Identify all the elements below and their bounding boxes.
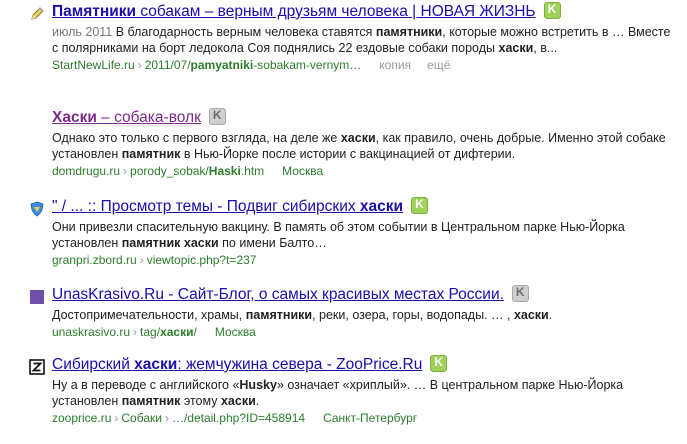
url-text: viewtopic.php?t=237	[146, 253, 257, 267]
url-text: ›	[123, 164, 128, 178]
snippet-text: хаски	[513, 308, 549, 322]
result-snippet: Достопримечательности, храмы, памятники,…	[52, 307, 672, 323]
result-title-link[interactable]: Хаски – собака-волк	[52, 109, 201, 126]
snippet-text: июль 2011	[52, 25, 113, 39]
url-text: domdrugu.ru	[52, 164, 121, 178]
shield-icon	[29, 201, 45, 217]
result-snippet: Они привезли спасительную вакцину. В пам…	[52, 219, 672, 251]
result-title-link[interactable]: Сибирский хаски: жемчужина севера - ZooP…	[52, 356, 422, 373]
url-text: ›	[114, 411, 119, 425]
title-text: Памятники	[52, 3, 137, 20]
bookmark-icon[interactable]	[411, 196, 429, 214]
snippet-text: Достопримечательности, храмы,	[52, 308, 246, 322]
snippet-text: памятники	[245, 308, 313, 322]
snippet-text: , реки, озера, горы, водопады. … ,	[312, 308, 514, 322]
snippet-text: памятник	[121, 394, 181, 408]
snippet-text: Husky	[239, 378, 277, 392]
snippet-text: хаски	[220, 394, 256, 408]
result-url[interactable]: granpri.zbord.ru › viewtopic.php?t=237	[52, 252, 682, 268]
result-title-link[interactable]: " / ... :: Просмотр темы - Подвиг сибирс…	[52, 198, 403, 215]
result-snippet: Однако это только с первого взгляда, на …	[52, 130, 672, 162]
pencil-icon	[29, 6, 45, 22]
result-url[interactable]: StartNewLife.ru › 2011/07/pamyatniki-sobak…	[52, 57, 682, 73]
search-result: UnasKrasivo.Ru - Сайт-Блог, о самых крас…	[30, 284, 682, 340]
url-text: …/detail.php?ID=458914	[171, 411, 306, 425]
purple-square-icon	[29, 289, 45, 305]
title-text: " / ... :: Просмотр темы - Подвиг сибирс…	[52, 198, 360, 215]
result-url[interactable]: domdrugu.ru › porody_sobak/Haski.htm Москва	[52, 163, 682, 179]
snippet-text: хаски	[183, 236, 219, 250]
result-title-link[interactable]: Памятники собакам – верным друзьям челов…	[52, 3, 536, 20]
snippet-text: Ну а в переводе с английского «	[52, 378, 240, 392]
bookmark-icon[interactable]	[208, 107, 226, 125]
url-text: Haski	[208, 164, 241, 178]
title-text: UnasKrasivo.Ru - Сайт-Блог, о самых крас…	[52, 286, 504, 303]
title-text: хаски	[134, 356, 178, 373]
url-text: -sobakam-vernym…	[253, 58, 362, 72]
result-snippet: Ну а в переводе с английского «Husky» оз…	[52, 377, 672, 409]
snippet-text: памятники	[375, 25, 443, 39]
snippet-text: .	[255, 394, 260, 408]
z-logo-icon	[29, 359, 45, 375]
url-text: хаски	[160, 325, 194, 339]
snippet-text: памятник	[121, 236, 181, 250]
result-title-link[interactable]: UnasKrasivo.Ru - Сайт-Блог, о самых крас…	[52, 286, 504, 303]
region-link[interactable]: Москва	[282, 164, 323, 178]
bookmark-icon[interactable]	[511, 284, 529, 302]
url-text: /	[193, 325, 197, 339]
search-result: " / ... :: Просмотр темы - Подвиг сибирс…	[30, 196, 682, 268]
url-text: unaskrasivo.ru	[52, 325, 131, 339]
url-text: 2011/07/	[144, 58, 191, 72]
snippet-text: Однако это только с первого взгляда, на …	[52, 131, 341, 145]
snippet-text: В благодарность верным человека ставятся	[112, 25, 376, 39]
search-result: Памятники собакам – верным друзьям челов…	[31, 1, 682, 73]
url-text: .htm	[240, 164, 265, 178]
url-text: StartNewLife.ru	[52, 58, 135, 72]
copy-link[interactable]: копия	[379, 58, 411, 72]
url-text: Собаки	[121, 411, 162, 425]
result-url[interactable]: zooprice.ru › Собаки › …/detail.php?ID=45891…	[52, 410, 682, 426]
result-url[interactable]: unaskrasivo.ru › tag/хаски/ Москва	[52, 324, 682, 340]
search-result: Хаски – собака-волк Однако это только с …	[52, 107, 682, 179]
url-text: ›	[133, 325, 138, 339]
url-text: granpri.zbord.ru	[52, 253, 137, 267]
url-text: ›	[139, 253, 144, 267]
title-text: Сибирский	[52, 356, 135, 373]
url-text: pamyatniki	[190, 58, 254, 72]
title-text: : жемчужина севера - ZooPrice.Ru	[177, 356, 423, 373]
snippet-text: в Нью-Йорке после истории с вакцинацией …	[180, 147, 516, 161]
url-text: ›	[164, 411, 169, 425]
snippet-text: хаски	[340, 131, 376, 145]
more-link[interactable]: ещё	[427, 58, 450, 72]
bookmark-icon[interactable]	[430, 354, 448, 372]
title-text: Хаски	[52, 109, 97, 126]
url-text: zooprice.ru	[52, 411, 112, 425]
url-text: ›	[137, 58, 142, 72]
snippet-text: хаски	[498, 41, 534, 55]
bookmark-icon[interactable]	[543, 1, 561, 19]
region-link[interactable]: Санкт-Петербург	[323, 411, 417, 425]
snippet-text: , в...	[533, 41, 558, 55]
snippet-text: памятник	[121, 147, 181, 161]
snippet-text: .	[548, 308, 553, 322]
title-text: – собака-волк	[96, 109, 201, 126]
search-result: Сибирский хаски: жемчужина севера - ZooP…	[29, 354, 682, 426]
snippet-text: по имени Балто…	[218, 236, 327, 250]
title-text: хаски	[359, 198, 404, 215]
url-text: porody_sobak/	[130, 164, 209, 178]
region-link[interactable]: Москва	[215, 325, 256, 339]
result-snippet: июль 2011 В благодарность верным человек…	[52, 24, 672, 56]
snippet-text: этому	[180, 394, 221, 408]
url-text: tag/	[140, 325, 161, 339]
title-text: собакам – верным друзьям человека | НОВА…	[136, 3, 536, 20]
